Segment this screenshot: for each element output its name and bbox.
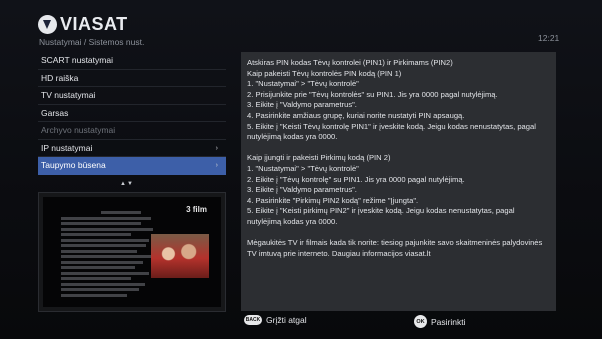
menu-item-label: TV nustatymai	[41, 90, 96, 100]
panel-line: 3. Eikite į "Valdymo parametrus".	[247, 185, 357, 195]
info-panel: Atskiras PIN kodas Tėvų kontrolei (PIN1)…	[241, 52, 556, 311]
panel-line: 2. Eikite į "Tėvų kontrolę" su PIN1. Jis…	[247, 174, 465, 184]
menu-item-tv-settings[interactable]: TV nustatymai	[38, 87, 226, 105]
tv-preview: 3 film	[38, 192, 226, 312]
menu-item-label: SCART nustatymai	[41, 55, 113, 65]
menu-item-label: IP nustatymai	[41, 142, 93, 153]
clock: 12:21	[538, 33, 560, 43]
panel-line: 4. Pasirinkite "Pirkimų PIN2 kodą" režim…	[247, 195, 419, 205]
settings-menu: SCART nustatymai HD raiška TV nustatymai…	[38, 52, 226, 175]
panel-line: 3. Eikite į "Valdymo parametrus".	[247, 100, 357, 110]
panel-line: 2. Prisijunkite prie "Tėvų kontrolės" su…	[247, 89, 498, 99]
panel-line: 1. "Nustatymai" > "Tėvų kontrolė"	[247, 163, 359, 173]
viasat-logo-icon	[38, 15, 57, 34]
viasat-logo: VIASAT	[38, 14, 128, 35]
back-key-icon: BACK	[244, 315, 262, 325]
chevron-right-icon: ›	[215, 144, 218, 152]
panel-subheading: Kaip pakeisti Tėvų kontrolės PIN kodą (P…	[247, 68, 402, 78]
panel-promo: Mėgaukitės TV ir filmais kada tik norite…	[247, 238, 543, 258]
panel-line: 5. Eikite į "Keisti Tėvų kontrolę PIN1" …	[247, 121, 536, 142]
back-label: Grįžti atgal	[266, 315, 307, 325]
menu-item-scart[interactable]: SCART nustatymai	[38, 52, 226, 70]
menu-item-label: Archyvo nustatymai	[41, 125, 116, 135]
ok-label: Pasirinkti	[431, 316, 466, 327]
scroll-arrows-icon: ▲▼	[120, 181, 134, 187]
panel-subheading: Kaip įjungti ir pakeisti Pirkimų kodą (P…	[247, 153, 391, 163]
panel-line: 1. "Nustatymai" > "Tėvų kontrolė"	[247, 79, 359, 89]
panel-line: 5. Eikite į "Keisti pirkimų PIN2" ir įve…	[247, 206, 515, 226]
back-hint[interactable]: BACK Grįžti atgal	[244, 315, 307, 325]
logo-text: VIASAT	[60, 14, 128, 34]
chevron-right-icon: ›	[215, 162, 218, 169]
breadcrumb: Nustatymai / Sistemos nust.	[39, 37, 145, 47]
ok-hint[interactable]: OK Pasirinkti	[414, 315, 465, 328]
menu-item-ip-settings[interactable]: IP nustatymai ›	[38, 140, 226, 157]
menu-item-label: Taupymo būsena	[41, 160, 106, 170]
movie-still-image	[151, 234, 209, 278]
video-frame: 3 film	[43, 197, 221, 307]
menu-item-hd-resolution[interactable]: HD raiška	[38, 70, 226, 87]
channel-logo: 3 film	[186, 205, 207, 214]
menu-item-power-saving[interactable]: Taupymo būsena ›	[38, 157, 226, 175]
menu-item-archive-settings: Archyvo nustatymai	[38, 122, 226, 140]
menu-item-label: HD raiška	[41, 72, 79, 83]
ok-key-icon: OK	[414, 315, 427, 328]
menu-item-sound[interactable]: Garsas	[38, 105, 226, 122]
panel-title: Atskiras PIN kodas Tėvų kontrolei (PIN1)…	[247, 58, 453, 67]
panel-line: 4. Pasirinkite amžiaus grupę, kuriai nor…	[247, 110, 465, 120]
menu-item-label: Garsas	[41, 107, 69, 118]
